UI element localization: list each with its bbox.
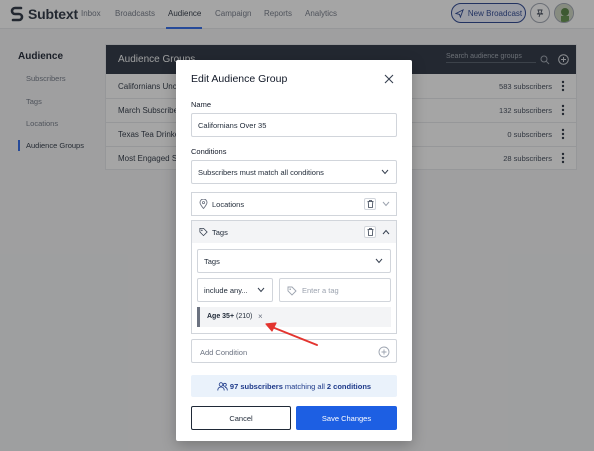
tags-label: Tags xyxy=(212,228,228,237)
condition-type-value: Tags xyxy=(204,256,220,266)
tag-input-placeholder: Enter a tag xyxy=(302,285,339,295)
modal-title: Edit Audience Group xyxy=(191,73,288,85)
condition-type-select[interactable]: Tags xyxy=(197,249,391,273)
include-mode-select[interactable]: include any... xyxy=(197,278,273,302)
delete-tags-button[interactable] xyxy=(364,226,376,238)
tags-header[interactable]: Tags xyxy=(192,221,396,243)
trash-icon xyxy=(367,228,373,236)
tag-input[interactable]: Enter a tag xyxy=(279,278,391,302)
locations-header[interactable]: Locations xyxy=(192,193,396,215)
add-condition-label: Add Condition xyxy=(200,348,248,357)
chevron-down-icon xyxy=(257,287,265,293)
name-field[interactable]: Californians Over 35 xyxy=(191,113,397,137)
selected-tags: Age 35+ (210) × xyxy=(197,307,391,327)
trash-icon xyxy=(367,200,373,208)
name-label: Name xyxy=(191,100,212,109)
chevron-down-icon[interactable] xyxy=(382,201,390,207)
tag-chip-label: Age 35+ xyxy=(207,313,235,320)
conditions-label: Conditions xyxy=(191,147,227,156)
match-mode-value: Subscribers must match all conditions xyxy=(198,167,324,177)
tags-condition: Tags Tags include any... Enter a tag Age… xyxy=(191,220,397,334)
conditions-count: 2 conditions xyxy=(326,381,372,391)
match-mode-select[interactable]: Subscribers must match all conditions xyxy=(191,160,397,184)
users-icon xyxy=(217,381,228,391)
save-changes-button[interactable]: Save Changes xyxy=(296,406,397,430)
tag-icon xyxy=(287,286,297,296)
include-mode-value: include any... xyxy=(204,285,248,295)
chevron-up-icon[interactable] xyxy=(382,229,390,235)
chevron-down-icon xyxy=(381,169,389,175)
locations-condition[interactable]: Locations xyxy=(191,192,397,216)
close-icon[interactable] xyxy=(383,73,395,85)
tag-chip: Age 35+ (210) xyxy=(207,313,252,320)
remove-tag-icon[interactable]: × xyxy=(258,312,263,321)
delete-locations-button[interactable] xyxy=(364,198,376,210)
match-summary: 97 subscribers matching all 2 conditions xyxy=(191,375,397,397)
location-pin-icon xyxy=(199,199,208,209)
locations-label: Locations xyxy=(212,200,245,209)
add-condition-button[interactable]: Add Condition xyxy=(191,339,397,363)
chevron-down-icon xyxy=(375,258,383,264)
cancel-button[interactable]: Cancel xyxy=(191,406,291,430)
tag-icon xyxy=(199,227,208,237)
plus-circle-icon xyxy=(378,346,390,358)
edit-audience-group-modal: Edit Audience Group Name Californians Ov… xyxy=(176,60,412,441)
matching-count: 97 subscribers xyxy=(229,381,283,391)
matching-text: matching all xyxy=(284,381,325,391)
tag-chip-count: (210) xyxy=(236,313,253,320)
